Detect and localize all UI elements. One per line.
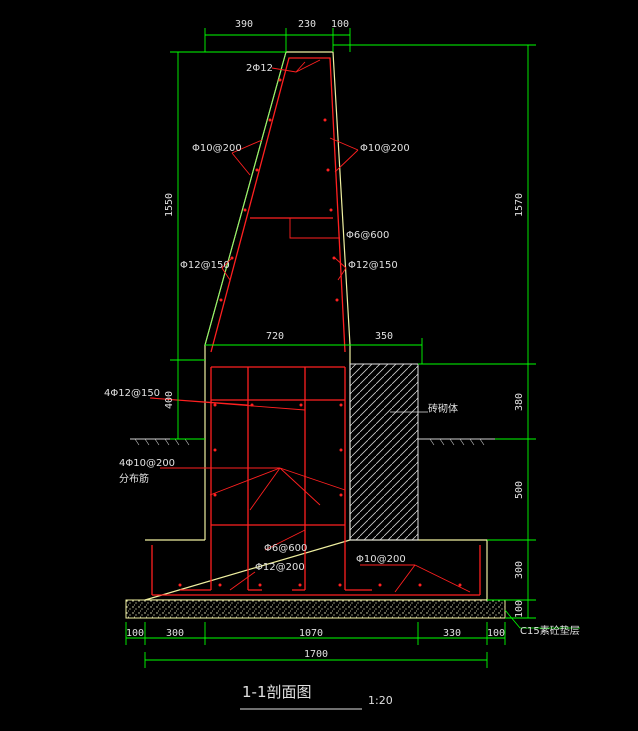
label-cushion: C15素砼垫层 xyxy=(520,624,580,637)
label-base-bars: 4Φ12@150 xyxy=(104,388,160,399)
dim-right-1570: 1570 xyxy=(514,193,525,217)
label-dist-note: 分布筋 xyxy=(119,472,149,485)
dim-top-390: 390 xyxy=(235,19,253,30)
wall-face-line xyxy=(204,51,287,346)
dim-right-300: 300 xyxy=(514,561,525,579)
dim-bot-300: 300 xyxy=(166,628,184,639)
label-top-bars: 2Φ12 xyxy=(246,63,273,74)
dim-bot-1070: 1070 xyxy=(299,628,323,639)
section-drawing: 390 230 100 720 350 100 300 1070 330 100… xyxy=(104,19,580,710)
label-right-vertical: Φ12@150 xyxy=(348,260,398,271)
brick-masonry xyxy=(349,363,419,541)
leader-lines xyxy=(149,59,471,593)
dim-left-400: 400 xyxy=(164,391,175,409)
dim-top-230: 230 xyxy=(298,19,316,30)
rebar-cage xyxy=(151,57,481,596)
label-dist-bars: 4Φ10@200 xyxy=(119,458,175,469)
dimension-lines xyxy=(125,28,536,668)
dim-left-1550: 1550 xyxy=(164,193,175,217)
c15-cushion xyxy=(125,599,506,619)
dim-mid-720: 720 xyxy=(266,331,284,342)
structure-outline xyxy=(144,51,488,601)
dim-right-500: 500 xyxy=(514,481,525,499)
dim-bot-100a: 100 xyxy=(126,628,144,639)
label-bottom-bars: Φ12@200 xyxy=(255,562,305,573)
dim-right-100: 100 xyxy=(514,600,525,618)
dim-top-100: 100 xyxy=(331,19,349,30)
dim-right-380: 380 xyxy=(514,393,525,411)
label-left-vertical: Φ12@150 xyxy=(180,260,230,271)
drawing-scale: 1:20 xyxy=(368,694,393,707)
label-footing-bars: Φ10@200 xyxy=(356,554,406,565)
drawing-title: 1-1剖面图 xyxy=(242,683,312,701)
label-right-stirrup: Φ10@200 xyxy=(360,143,410,154)
dim-mid-350: 350 xyxy=(375,331,393,342)
dim-bot-100b: 100 xyxy=(487,628,505,639)
label-tie: Φ6@600 xyxy=(346,230,389,241)
ground-lines xyxy=(130,438,495,446)
dim-bot-total: 1700 xyxy=(304,649,328,660)
rebar-dots xyxy=(178,78,462,587)
label-left-stirrup: Φ10@200 xyxy=(192,143,242,154)
label-lower-tie: Φ6@600 xyxy=(264,543,307,554)
dim-bot-330: 330 xyxy=(443,628,461,639)
label-brick: 砖砌体 xyxy=(428,402,458,415)
